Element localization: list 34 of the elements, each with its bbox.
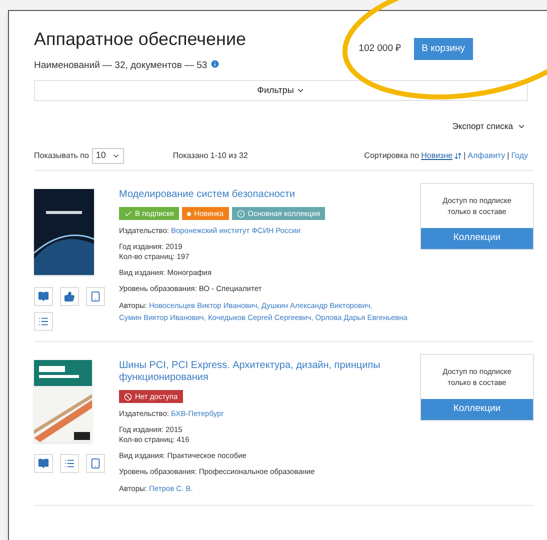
book-title-link[interactable]: Шины PCI, PCI Express. Архитектура, дизайн, принципы функционирования — [119, 360, 412, 384]
check-icon — [124, 210, 132, 218]
page-size-select[interactable]: 10 — [92, 148, 124, 164]
separator-text: | — [507, 150, 510, 162]
sort-link[interactable]: Алфавиту — [468, 150, 506, 162]
sort-label: Сортировка по — [364, 150, 420, 162]
sort-link[interactable]: Новизне — [421, 150, 462, 162]
thumbs-up-icon[interactable] — [60, 287, 79, 306]
tablet-icon[interactable] — [86, 287, 105, 306]
circle-icon — [236, 210, 245, 218]
cart-button[interactable]: В корзину — [414, 38, 473, 60]
page-title: Аппаратное обеспечение — [34, 28, 246, 50]
sort-link[interactable]: Году — [511, 150, 528, 162]
results-count: Показано 1-10 из 32 — [172, 150, 248, 162]
filters-button[interactable]: Фильтры — [34, 80, 528, 102]
collections-button[interactable]: Коллекции — [421, 228, 533, 249]
list-icon[interactable] — [60, 454, 79, 473]
separator-text: | — [464, 150, 466, 162]
page-size-label: Показывать по — [34, 150, 89, 162]
price-text: 102 000 ₽ — [358, 42, 402, 56]
sort-icon — [454, 152, 462, 160]
list-icon[interactable] — [34, 312, 53, 331]
book-icon[interactable] — [34, 287, 53, 306]
book-cover-drawing[interactable] — [34, 189, 94, 275]
book-icon[interactable] — [34, 454, 53, 473]
chevron-down-icon — [112, 152, 120, 160]
stats-text: Наименований — 32, документов — 53 — [34, 59, 208, 73]
info-icon[interactable] — [210, 59, 220, 70]
tablet-icon[interactable] — [86, 454, 105, 473]
export-dropdown[interactable]: Экспорт списка — [452, 120, 526, 133]
blocked-icon — [124, 392, 132, 400]
book-cover-drawing[interactable] — [34, 360, 92, 442]
collections-button[interactable]: Коллекции — [421, 399, 533, 420]
book-title-link[interactable]: Моделирование систем безопасности — [119, 189, 412, 201]
